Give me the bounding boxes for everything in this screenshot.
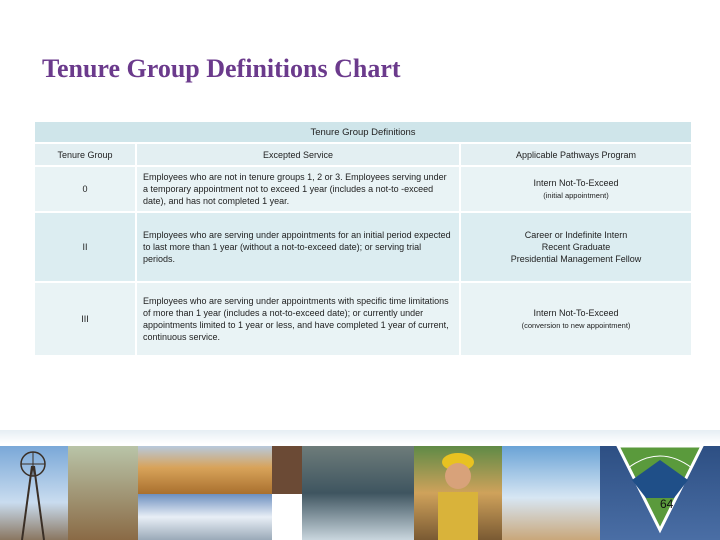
- table-row: II Employees who are serving under appoi…: [35, 213, 691, 281]
- pathway-text: Intern Not-To-Exceed: [533, 307, 619, 318]
- photo-banner: [0, 430, 720, 540]
- excepted-service-cell: Employees who are not in tenure groups 1…: [137, 167, 459, 211]
- mountain-photo: [138, 494, 272, 540]
- tenure-group-cell: III: [35, 283, 135, 355]
- slide-title: Tenure Group Definitions Chart: [42, 54, 401, 83]
- pathway-line: Presidential Management Fellow: [510, 254, 642, 264]
- tenure-definitions-table: Tenure Group Definitions Tenure Group Ex…: [33, 120, 693, 357]
- pathway-text: Intern Not-To-Exceed: [533, 177, 619, 188]
- firefighter-icon: [438, 453, 478, 540]
- column-header-tenure-group: Tenure Group: [35, 144, 135, 165]
- column-header-excepted-service: Excepted Service: [137, 144, 459, 165]
- table-row: 0 Employees who are not in tenure groups…: [35, 167, 691, 211]
- column-header-row: Tenure Group Excepted Service Applicable…: [35, 144, 691, 165]
- tenure-group-cell: 0: [35, 167, 135, 211]
- table-row: III Employees who are serving under appo…: [35, 283, 691, 355]
- pathway-line: Career or Indefinite Intern: [524, 230, 628, 240]
- photo-strip: [0, 446, 720, 540]
- pathway-cell: Career or Indefinite Intern Recent Gradu…: [461, 213, 691, 281]
- desert-photo: [138, 446, 272, 494]
- excepted-service-cell: Employees who are serving under appointm…: [137, 213, 459, 281]
- blm-logo-icon: [615, 444, 705, 534]
- tenure-group-cell: II: [35, 213, 135, 281]
- excepted-service-cell: Employees who are serving under appointm…: [137, 283, 459, 355]
- rafting-photo: [302, 446, 414, 540]
- pathway-note: (initial appointment): [543, 190, 609, 200]
- windmill-photo: [0, 446, 68, 540]
- pathway-cell: Intern Not-To-Exceed (initial appointmen…: [461, 167, 691, 211]
- table-caption: Tenure Group Definitions: [35, 122, 691, 142]
- table-caption-row: Tenure Group Definitions: [35, 122, 691, 142]
- page-number: 64: [660, 497, 674, 511]
- pathway-cell: Intern Not-To-Exceed (conversion to new …: [461, 283, 691, 355]
- windmill-icon: [20, 451, 46, 540]
- rock-photo: [272, 446, 302, 494]
- column-header-pathways-program: Applicable Pathways Program: [461, 144, 691, 165]
- canyon-photo: [68, 446, 138, 540]
- pathway-line: Recent Graduate: [541, 242, 611, 252]
- pathway-note: (conversion to new appointment): [521, 320, 631, 330]
- firefighter-photo: [414, 446, 502, 540]
- atv-photo: [502, 446, 600, 540]
